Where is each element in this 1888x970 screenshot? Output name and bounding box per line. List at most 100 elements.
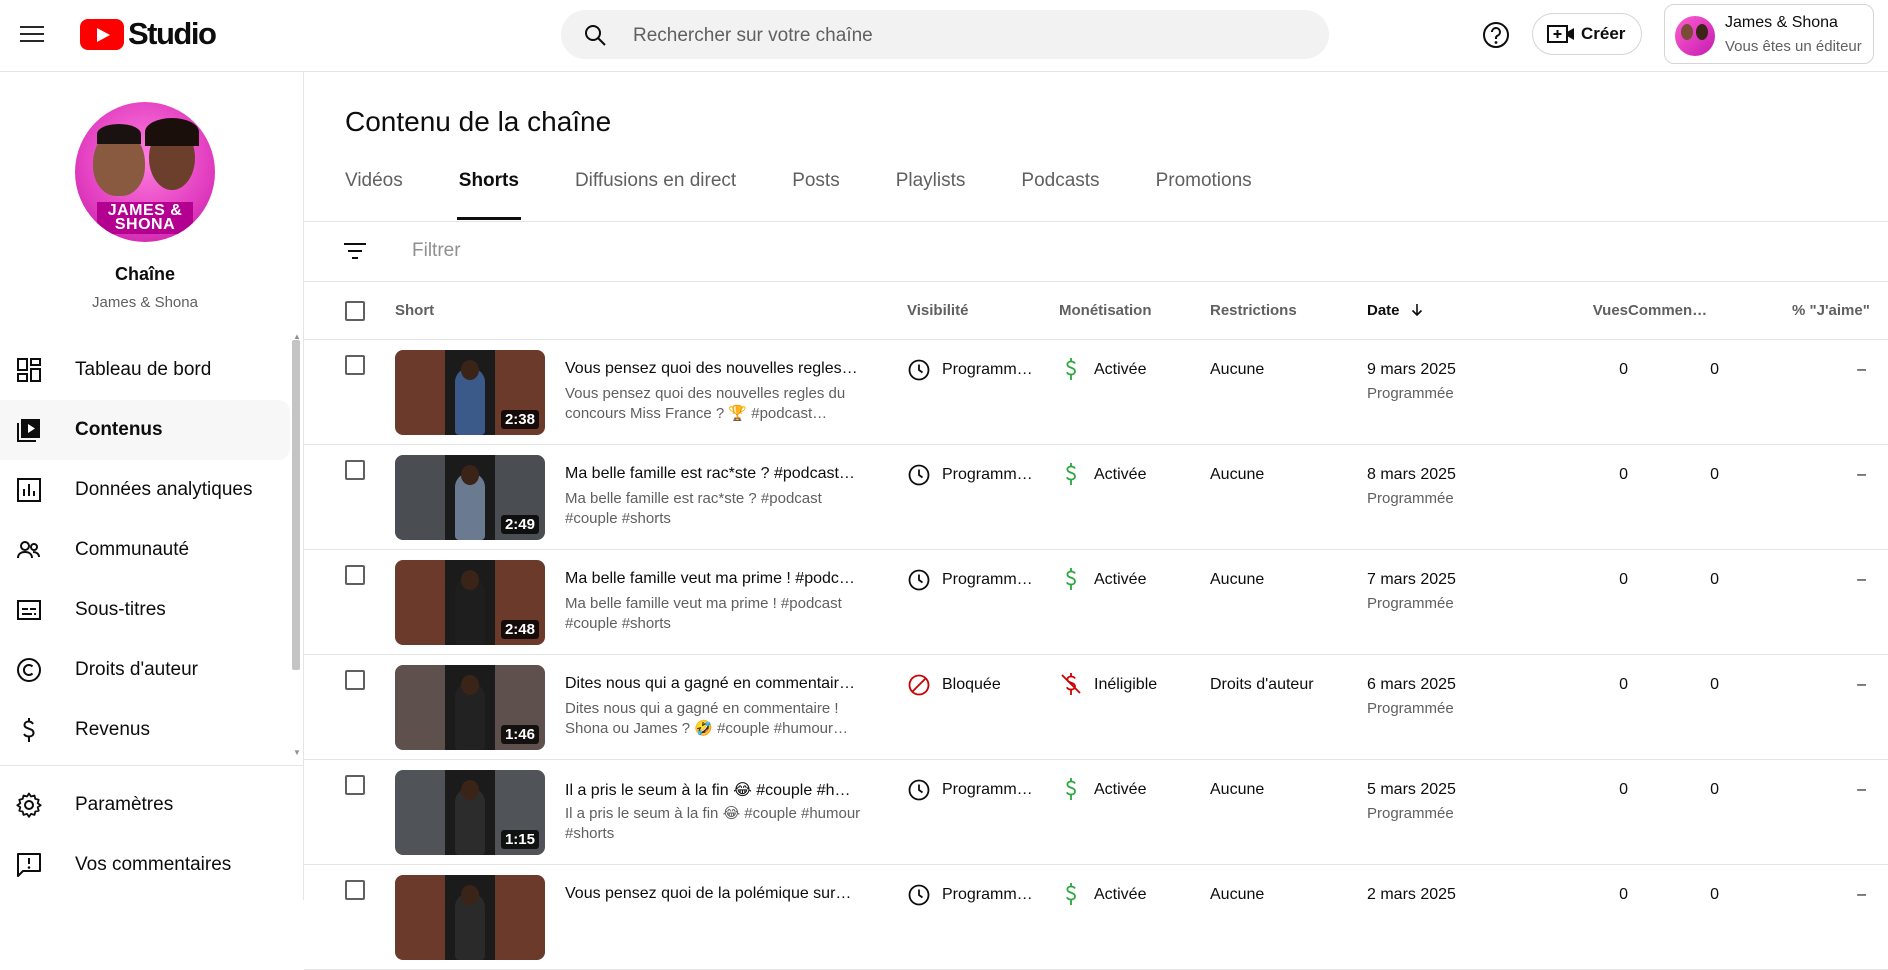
table-header: Short Visibilité Monétisation Restrictio… — [304, 282, 1888, 340]
table-row[interactable]: 2:48 Ma belle famille veut ma prime ! #po… — [304, 550, 1888, 655]
help-icon[interactable] — [1480, 19, 1512, 51]
table-row[interactable]: Vous pensez quoi de la polémique sur… Pro… — [304, 865, 1888, 970]
tab-shorts[interactable]: Shorts — [456, 170, 522, 220]
channel-name: James & Shona — [92, 294, 198, 311]
sidebar-item-feedback[interactable]: Vos commentaires — [0, 835, 290, 895]
blocked-icon — [908, 674, 930, 696]
restrictions-value: Droits d'auteur — [1210, 676, 1314, 693]
tab-live[interactable]: Diffusions en direct — [575, 170, 736, 220]
video-description: Dites nous qui a gagné en commentaire ! … — [565, 700, 849, 737]
sidebar-item-community[interactable]: Communauté — [0, 520, 290, 580]
visibility-status[interactable]: Bloquée — [942, 676, 1001, 694]
column-visibility: Visibilité — [907, 302, 969, 319]
gear-icon — [16, 792, 42, 818]
sidebar-item-subtitles[interactable]: Sous-titres — [0, 580, 290, 640]
column-restrictions: Restrictions — [1210, 302, 1297, 319]
video-thumbnail[interactable]: 2:49 — [395, 455, 545, 540]
video-title[interactable]: Ma belle famille est rac*ste ? #podcast… — [565, 465, 865, 483]
row-checkbox[interactable] — [345, 670, 365, 690]
restrictions-value: Aucune — [1210, 361, 1265, 378]
clock-icon — [908, 464, 930, 486]
monetization-status[interactable]: Activée — [1094, 781, 1146, 799]
search-input[interactable] — [631, 10, 1315, 61]
account-avatar — [1675, 16, 1715, 56]
row-checkbox[interactable] — [345, 880, 365, 900]
tabs-divider — [304, 221, 1888, 222]
sidebar-item-content[interactable]: Contenus — [0, 400, 290, 460]
sidebar-item-label: Contenus — [75, 419, 163, 440]
video-title[interactable]: Il a pris le seum à la fin 😂 #couple #h… — [565, 780, 865, 800]
sidebar-item-settings[interactable]: Paramètres — [0, 775, 290, 835]
thumbnail-head — [461, 570, 479, 590]
visibility-status[interactable]: Programm… — [942, 781, 1033, 799]
sidebar-bottom-nav: Paramètres Vos commentaires — [0, 775, 290, 895]
tab-podcasts[interactable]: Podcasts — [1021, 170, 1099, 220]
visibility-status[interactable]: Programm… — [942, 886, 1033, 904]
column-date[interactable]: Date — [1367, 302, 1424, 319]
menu-icon[interactable] — [18, 21, 46, 49]
monetization-status[interactable]: Inéligible — [1094, 676, 1157, 694]
tab-promotions[interactable]: Promotions — [1156, 170, 1252, 220]
filter-icon[interactable] — [342, 238, 368, 264]
video-title[interactable]: Ma belle famille veut ma prime ! #podc… — [565, 570, 865, 588]
visibility-status[interactable]: Programm… — [942, 361, 1033, 379]
sidebar-item-label: Communauté — [75, 539, 190, 560]
create-button[interactable]: Créer — [1532, 13, 1642, 55]
table-row[interactable]: 2:49 Ma belle famille est rac*ste ? #podc… — [304, 445, 1888, 550]
sidebar-item-label: Droits d'auteur — [75, 659, 198, 680]
video-title[interactable]: Vous pensez quoi des nouvelles regles… — [565, 360, 865, 378]
thumbnail-head — [461, 780, 479, 800]
row-checkbox[interactable] — [345, 565, 365, 585]
video-thumbnail[interactable]: 1:15 — [395, 770, 545, 855]
column-likes: % "J'aime" — [1792, 302, 1870, 319]
monetization-status[interactable]: Activée — [1094, 466, 1146, 484]
tab-posts[interactable]: Posts — [792, 170, 840, 220]
dollar-icon — [1066, 883, 1076, 905]
monetization-status[interactable]: Activée — [1094, 361, 1146, 379]
comments-count: 0 — [1710, 466, 1719, 483]
youtube-studio-logo[interactable]: Studio — [80, 16, 217, 51]
table-row[interactable]: 2:38 Vous pensez quoi des nouvelles regle… — [304, 340, 1888, 445]
views-count: 0 — [1619, 676, 1628, 693]
table-row[interactable]: 1:15 Il a pris le seum à la fin 😂 #couple… — [304, 760, 1888, 865]
clock-icon — [908, 779, 930, 801]
channel-avatar[interactable]: JAMES & SHONA — [75, 102, 215, 242]
sidebar-item-revenue[interactable]: Revenus — [0, 700, 290, 760]
monetization-status[interactable]: Activée — [1094, 571, 1146, 589]
sidebar-item-analytics[interactable]: Données analytiques — [0, 460, 290, 520]
date-status: Programmée — [1367, 700, 1454, 717]
video-description: Ma belle famille est rac*ste ? #podcast … — [565, 490, 822, 527]
video-thumbnail[interactable] — [395, 875, 545, 960]
select-all-checkbox[interactable] — [345, 301, 365, 321]
row-checkbox[interactable] — [345, 775, 365, 795]
video-title[interactable]: Dites nous qui a gagné en commentair… — [565, 675, 865, 693]
youtube-play-icon — [80, 18, 124, 50]
video-thumbnail[interactable]: 2:38 — [395, 350, 545, 435]
date-value: 8 mars 2025 — [1367, 466, 1456, 483]
sidebar-scrollbar[interactable] — [292, 340, 300, 670]
video-thumbnail[interactable]: 1:46 — [395, 665, 545, 750]
filter-input[interactable] — [410, 235, 1014, 267]
visibility-status[interactable]: Programm… — [942, 571, 1033, 589]
sidebar-item-label: Tableau de bord — [75, 359, 212, 380]
video-title[interactable]: Vous pensez quoi de la polémique sur… — [565, 885, 865, 903]
video-duration: 2:49 — [500, 515, 539, 534]
row-checkbox[interactable] — [345, 460, 365, 480]
row-checkbox[interactable] — [345, 355, 365, 375]
table-row[interactable]: 1:46 Dites nous qui a gagné en commentair… — [304, 655, 1888, 760]
video-thumbnail[interactable]: 2:48 — [395, 560, 545, 645]
date-status: Programmée — [1367, 385, 1454, 402]
likes-percent: – — [1857, 571, 1866, 588]
dollar-icon — [1066, 358, 1076, 380]
scroll-down-arrow[interactable]: ▼ — [293, 748, 301, 757]
tab-videos[interactable]: Vidéos — [345, 170, 403, 220]
sidebar-item-copyright[interactable]: Droits d'auteur — [0, 640, 290, 700]
visibility-status[interactable]: Programm… — [942, 466, 1033, 484]
account-switcher[interactable]: James & Shona Vous êtes un éditeur — [1664, 4, 1874, 64]
sidebar-divider — [0, 765, 304, 766]
sidebar-item-dashboard[interactable]: Tableau de bord — [0, 340, 290, 400]
monetization-status[interactable]: Activée — [1094, 886, 1146, 904]
search-icon[interactable] — [583, 23, 607, 47]
tab-playlists[interactable]: Playlists — [896, 170, 966, 220]
column-comments: Commen… — [1628, 302, 1708, 319]
